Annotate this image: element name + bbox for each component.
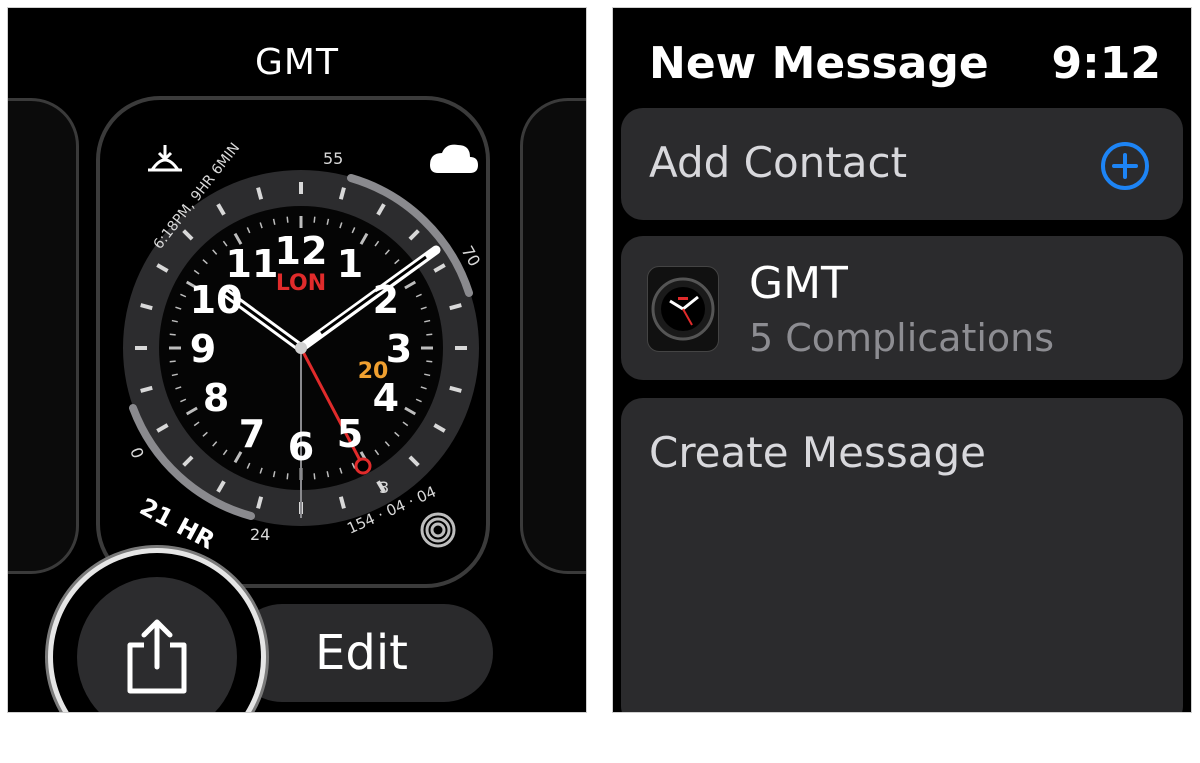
minute-tick: [169, 333, 176, 336]
minute-tick: [313, 216, 316, 223]
add-contact-row[interactable]: Add Contact: [621, 108, 1183, 220]
cloud-icon: [430, 144, 478, 173]
center-pin: [295, 342, 307, 354]
create-message-label: Create Message: [649, 428, 986, 477]
share-button-inner: [77, 577, 237, 712]
watch-face-attachment[interactable]: GMT 5 Complications: [621, 236, 1183, 380]
clock-time: 9:12: [1051, 38, 1161, 89]
activity-ring-icon: [430, 522, 446, 538]
hour-numeral: 9: [190, 327, 216, 371]
minute-tick: [426, 333, 433, 336]
gmt-marker: 20: [358, 359, 389, 384]
previous-watch-face[interactable]: [8, 98, 79, 574]
gmt-watch-face[interactable]: 12 1 2 3 4 5 6 7 8 9 10 11 LON 20 6:18PM, 9HR 6MIN 55 70…: [96, 96, 490, 588]
hour-numeral: 7: [239, 412, 265, 456]
watch-face-thumbnail-image: [651, 277, 715, 341]
add-circle-icon[interactable]: [1099, 140, 1151, 192]
create-message-row[interactable]: Create Message: [621, 398, 1183, 712]
hour-numeral: 1: [337, 242, 363, 286]
bezel-label: 3: [379, 478, 389, 497]
share-icon: [127, 619, 187, 694]
sunrise-icon: [148, 145, 182, 172]
hr-min-label: 0: [126, 445, 147, 461]
hour-numeral: 12: [275, 229, 328, 273]
complications-count: 5 Complications: [749, 316, 1055, 360]
bezel-marker: [455, 346, 467, 350]
city-label: LON: [276, 271, 326, 296]
edit-button[interactable]: Edit: [233, 604, 493, 702]
add-contact-label: Add Contact: [649, 138, 908, 187]
next-watch-face[interactable]: [520, 98, 586, 574]
hr-max-label: 24: [250, 525, 270, 544]
hour-numeral: 2: [373, 278, 399, 322]
hour-numeral: 3: [386, 327, 412, 371]
bezel-marker: [135, 346, 147, 350]
minute-tick: [286, 216, 289, 223]
minute-tick: [426, 360, 433, 363]
watch-face-gallery-screen: GMT 12 1 2 3 4 5 6 7 8 9 10 11 LON 20 6:18PM, 9HR 6MIN…: [7, 7, 587, 713]
bezel-marker: [299, 182, 303, 194]
hour-numeral: 8: [203, 376, 229, 420]
new-message-screen: New Message 9:12 Add Contact GMT 5 Compl…: [612, 7, 1192, 713]
screen-header: New Message 9:12: [649, 38, 1161, 89]
seconds-hand-tip: [354, 457, 372, 475]
minute-tick: [286, 473, 289, 480]
watch-face-name: GMT: [749, 258, 848, 309]
activity-ring-icon: [425, 517, 451, 543]
minute-tick: [169, 360, 176, 363]
face-title: GMT: [255, 42, 339, 83]
screen-title: New Message: [649, 38, 989, 89]
hour-numeral: 11: [226, 242, 279, 286]
hr-value: 21 HR: [135, 493, 219, 555]
hour-numeral: 5: [337, 412, 363, 456]
hour-numeral: 6: [288, 425, 314, 469]
minute-tick: [313, 473, 316, 480]
watch-dial: 12 1234567891011LON206:18PM, 9HR 6MIN 5570…: [123, 140, 484, 555]
weather-low-label: 55: [323, 149, 343, 168]
watch-face-thumbnail: [647, 266, 719, 352]
